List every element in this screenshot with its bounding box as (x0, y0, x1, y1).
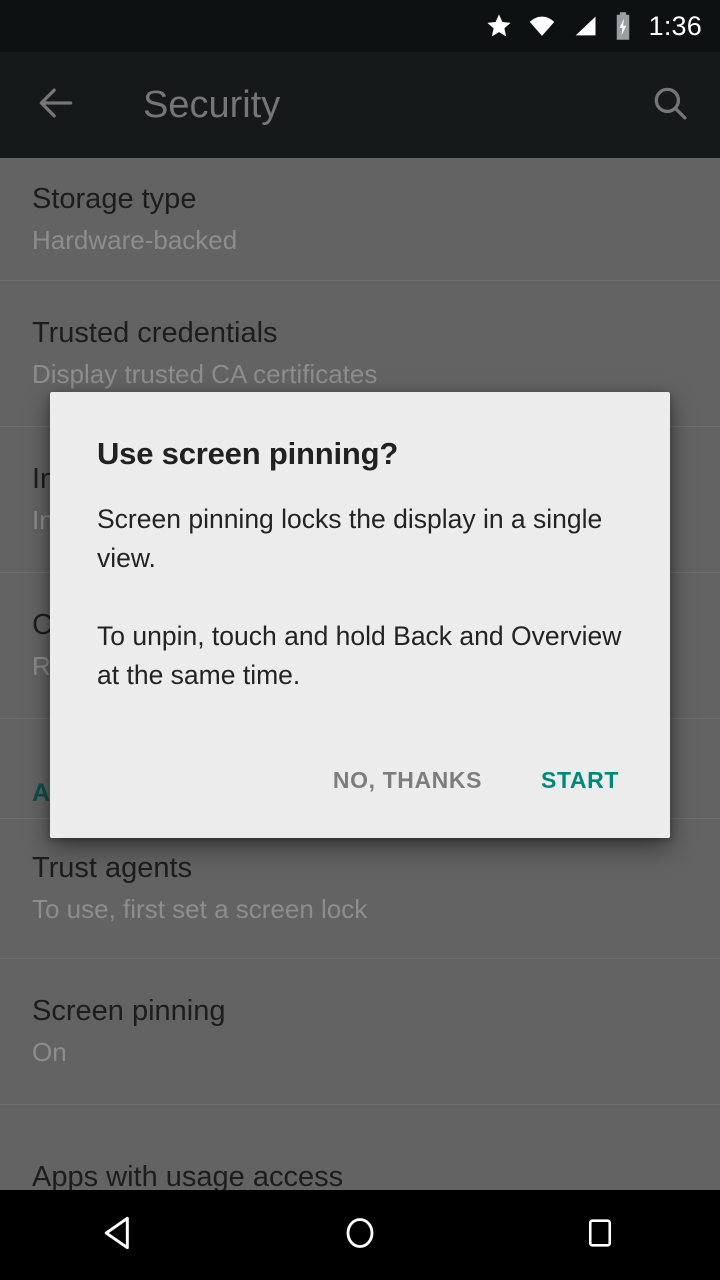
dialog-title: Use screen pinning? (97, 436, 399, 471)
no-thanks-button[interactable]: NO, THANKS (321, 757, 494, 804)
battery-charging-icon (613, 11, 633, 41)
home-circle-icon (340, 1213, 380, 1258)
navigation-bar (0, 1190, 720, 1280)
search-button[interactable] (642, 81, 698, 129)
list-item-title: Screen pinning (32, 995, 226, 1027)
page-title: Security (143, 84, 281, 126)
status-bar-clock: 1:36 (648, 10, 702, 41)
dialog-message-paragraph-1: Screen pinning locks the display in a si… (97, 504, 603, 573)
list-item-title: Apps with usage access (32, 1161, 344, 1190)
list-item-summary: To use, first set a screen lock (32, 894, 368, 924)
dialog-button-bar: NO, THANKS START (321, 757, 631, 804)
back-triangle-icon (98, 1211, 142, 1260)
overview-square-icon (582, 1215, 618, 1256)
arrow-back-icon (34, 81, 78, 130)
screen-pinning-dialog: Use screen pinning? Screen pinning locks… (50, 392, 670, 838)
nav-back-button[interactable] (60, 1190, 180, 1280)
cell-signal-icon (571, 12, 599, 40)
nav-home-button[interactable] (300, 1190, 420, 1280)
star-icon (485, 12, 513, 40)
start-button[interactable]: START (529, 757, 631, 804)
back-button[interactable] (28, 80, 84, 130)
list-item-title: Storage type (32, 183, 197, 215)
list-item-summary: Hardware-backed (32, 225, 238, 255)
list-item-trust-agents[interactable]: Trust agents To use, first set a screen … (0, 818, 720, 958)
android-screen: 1:36 Security Storage type Hardware-back… (0, 0, 720, 1280)
nav-overview-button[interactable] (540, 1190, 660, 1280)
list-item-summary: Display trusted CA certificates (32, 359, 378, 389)
dialog-message: Screen pinning locks the display in a si… (97, 500, 623, 695)
list-item-storage-type[interactable]: Storage type Hardware-backed (0, 158, 720, 280)
search-icon (649, 82, 691, 129)
list-item-screen-pinning[interactable]: Screen pinning On (0, 958, 720, 1104)
list-item-summary: On (32, 1037, 67, 1067)
list-item-apps-with-usage-access[interactable]: Apps with usage access (0, 1104, 720, 1190)
list-item-title: Trusted credentials (32, 317, 278, 349)
wifi-icon (527, 12, 557, 40)
action-bar: Security (0, 52, 720, 158)
status-bar: 1:36 (0, 0, 720, 52)
list-item-title: Trust agents (32, 852, 193, 884)
dialog-message-paragraph-2: To unpin, touch and hold Back and Overvi… (97, 621, 622, 690)
